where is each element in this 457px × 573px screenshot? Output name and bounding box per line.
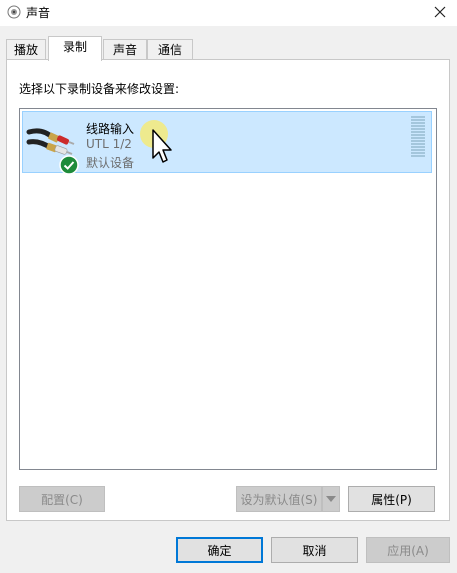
cancel-button[interactable]: 取消: [271, 537, 358, 563]
check-icon: [59, 155, 79, 175]
title-bar: 声音: [0, 0, 457, 26]
tab-communications[interactable]: 通信: [147, 39, 193, 59]
ok-button[interactable]: 确定: [176, 537, 263, 563]
close-button[interactable]: [423, 0, 457, 24]
set-default-dropdown[interactable]: [322, 486, 340, 512]
properties-button[interactable]: 属性(P): [348, 486, 435, 512]
window-title: 声音: [26, 6, 51, 20]
device-list[interactable]: 线路输入 UTL 1/2 默认设备: [19, 108, 437, 470]
chevron-down-icon: [326, 496, 336, 502]
recording-panel: 选择以下录制设备来修改设置: 线路输入 UTL 1/2 默认设备: [6, 59, 450, 521]
mouse-cursor-icon: [140, 120, 172, 163]
device-name: 线路输入: [86, 122, 135, 136]
apply-button[interactable]: 应用(A): [366, 537, 450, 563]
configure-button[interactable]: 配置(C): [19, 486, 105, 512]
instruction-text: 选择以下录制设备来修改设置:: [19, 82, 180, 96]
device-model: UTL 1/2: [86, 137, 132, 151]
device-row-line-in[interactable]: 线路输入 UTL 1/2 默认设备: [22, 111, 432, 175]
set-default-button[interactable]: 设为默认值(S): [236, 486, 322, 512]
close-icon: [434, 6, 446, 18]
speaker-icon: [7, 5, 21, 19]
level-meter: [411, 116, 425, 158]
tab-playback[interactable]: 播放: [6, 39, 46, 59]
tab-recording[interactable]: 录制: [48, 36, 102, 61]
device-status: 默认设备: [86, 156, 135, 170]
tab-sounds[interactable]: 声音: [103, 39, 147, 59]
